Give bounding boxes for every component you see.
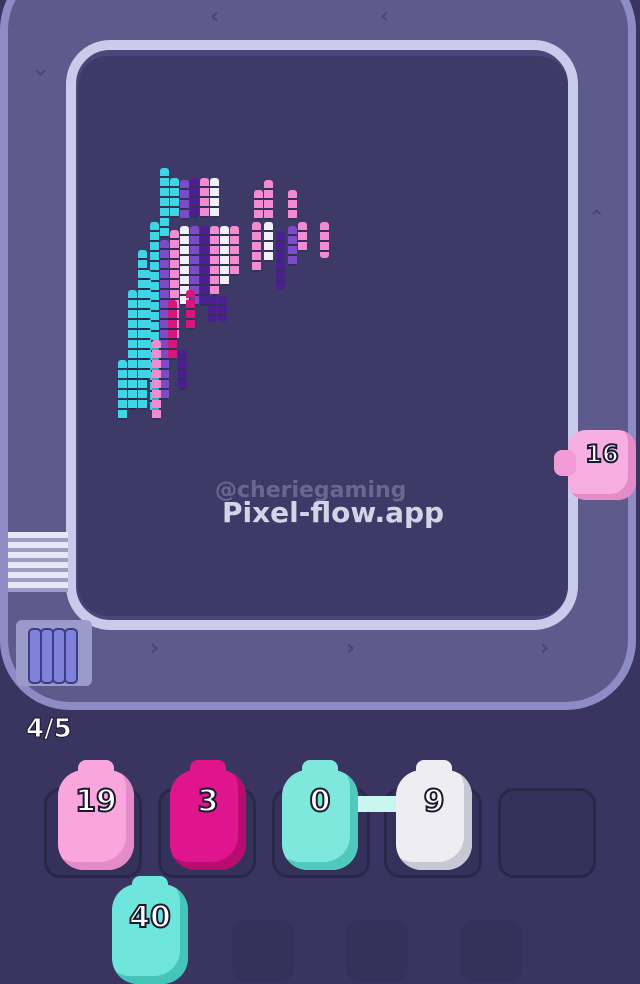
watermark-site: Pixel-flow.app bbox=[222, 496, 445, 529]
pixel-block bbox=[210, 226, 219, 296]
pixel-block bbox=[252, 222, 261, 272]
pixel-block bbox=[218, 296, 227, 322]
pixel-block bbox=[276, 232, 285, 290]
pixel-block bbox=[200, 226, 209, 306]
pixel-block bbox=[128, 360, 137, 410]
pixel-block bbox=[168, 300, 177, 360]
pixel-block bbox=[288, 190, 297, 220]
pixel-block bbox=[220, 226, 229, 286]
pig-count: 3 bbox=[197, 783, 220, 820]
queue-placeholder bbox=[232, 920, 294, 982]
pixel-block bbox=[288, 226, 297, 266]
pixel-block bbox=[142, 270, 151, 380]
spool-icon bbox=[64, 628, 78, 684]
pixel-block bbox=[264, 180, 273, 220]
pig-count: 0 bbox=[309, 783, 332, 820]
pixel-block bbox=[254, 190, 263, 220]
queue-counter: 4/5 bbox=[26, 714, 73, 745]
pixel-block bbox=[230, 226, 239, 276]
pixel-block bbox=[170, 178, 179, 218]
pig-count: 19 bbox=[74, 783, 118, 820]
pixel-block bbox=[180, 180, 189, 220]
pixel-block bbox=[160, 168, 169, 238]
pig-count: 9 bbox=[423, 783, 446, 820]
pixel-block bbox=[200, 178, 209, 218]
queue-placeholder bbox=[346, 920, 408, 982]
pixel-block bbox=[298, 222, 307, 252]
pixel-block bbox=[320, 222, 329, 258]
pixel-block bbox=[186, 290, 195, 330]
pixel-block bbox=[118, 360, 127, 420]
pixel-block bbox=[210, 178, 219, 218]
pixel-block bbox=[152, 340, 161, 420]
pixel-block bbox=[264, 222, 273, 262]
pig-count: 40 bbox=[128, 899, 172, 936]
slot-5-empty[interactable] bbox=[498, 788, 596, 878]
pixel-art-image bbox=[0, 0, 640, 640]
pixel-block bbox=[190, 178, 199, 218]
track-pig-count: 16 bbox=[584, 439, 619, 469]
pixel-block bbox=[208, 296, 217, 322]
stairs-icon bbox=[8, 532, 68, 592]
pixel-block bbox=[178, 350, 187, 390]
queue-placeholder bbox=[460, 920, 522, 982]
